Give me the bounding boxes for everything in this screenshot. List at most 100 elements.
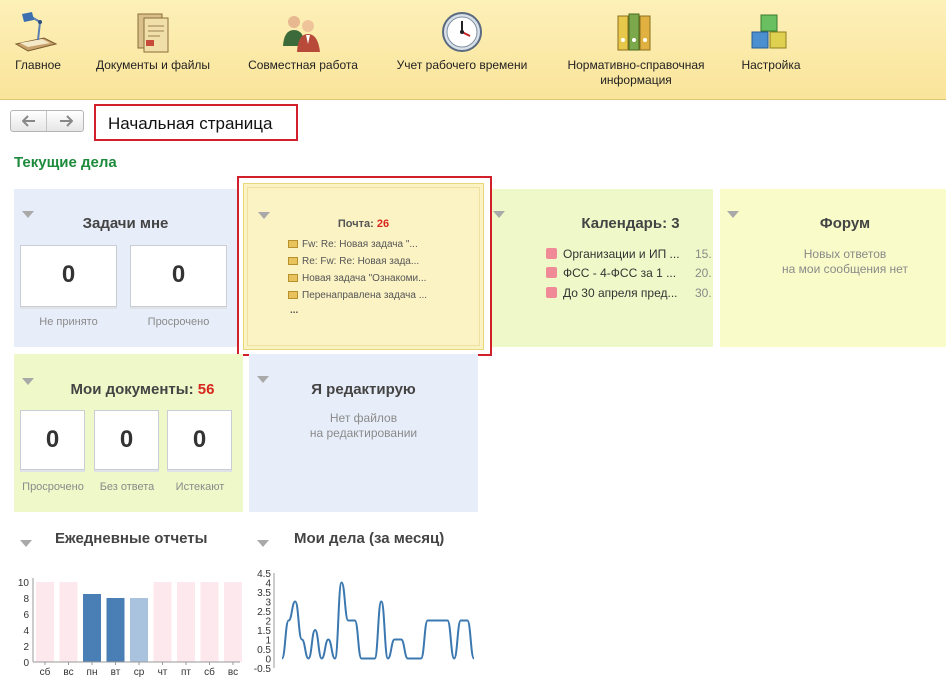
event-marker-icon — [546, 267, 557, 278]
my-tasks-chart-title[interactable]: Мои дела (за месяц) — [294, 530, 444, 547]
series-line[interactable] — [281, 581, 475, 660]
arrow-left-icon — [22, 115, 35, 127]
back-button[interactable] — [11, 111, 47, 131]
editing-title[interactable]: Я редактирую — [249, 381, 478, 398]
documents-no-answer-box[interactable]: 0 — [94, 410, 159, 470]
y-tick-label: 0.5 — [257, 645, 271, 656]
mail-item[interactable]: Перенаправлена задача ... — [288, 290, 427, 301]
section-time-tracking-label: Учет рабочего времени — [396, 58, 528, 72]
documents-expiring-box[interactable]: 0 — [167, 410, 232, 470]
mail-item[interactable]: Новая задача "Ознакоми... — [288, 273, 426, 284]
section-reference-info[interactable]: Нормативно-справочная информация — [552, 0, 720, 100]
tile-forum: Форум Новых ответов на мои сообщения нет — [720, 189, 946, 347]
cubes-icon — [751, 14, 787, 49]
bar[interactable] — [130, 598, 148, 662]
people-icon — [283, 16, 320, 52]
y-tick-label: 4.5 — [257, 569, 271, 580]
section-documents[interactable]: Документы и файлы — [86, 0, 220, 100]
section-time-tracking[interactable]: Учет рабочего времени — [384, 0, 540, 100]
y-tick-label: 3 — [265, 598, 271, 609]
envelope-icon — [288, 257, 298, 265]
section-heading: Текущие дела — [14, 154, 117, 171]
mail-title: Почта: — [337, 218, 374, 230]
x-tick-label: вс — [228, 667, 238, 678]
daily-reports-chart: 0 2 4 6 8 10 сб вс пн вт ср чт пт сб вс — [18, 578, 242, 678]
envelope-icon — [288, 291, 298, 299]
mail-more[interactable]: ... — [290, 305, 298, 316]
y-tick-label: 6 — [23, 610, 29, 621]
section-reference-info-label: Нормативно-справочная информация — [567, 58, 705, 87]
my-tasks-menu-triangle-icon[interactable] — [257, 540, 269, 547]
y-tick-label: 1.5 — [257, 626, 271, 637]
y-tick-label: 8 — [23, 594, 29, 605]
desk-lamp-icon — [14, 12, 58, 52]
forward-button[interactable] — [48, 111, 84, 131]
tile-tasks: Задачи мне 0 0 Не принято Просрочено — [14, 189, 237, 347]
tasks-not-accepted-count: 0 — [61, 261, 76, 288]
y-tick-label: 4 — [265, 579, 271, 590]
x-tick-label: ср — [134, 667, 145, 678]
my-documents-count: 56 — [197, 381, 215, 398]
section-settings-label: Настройка — [741, 58, 801, 72]
y-tick-label: 10 — [18, 578, 30, 589]
section-settings[interactable]: Настройка — [728, 0, 814, 100]
y-tick-label: 1 — [265, 636, 271, 647]
section-main[interactable]: Главное — [2, 0, 74, 100]
daily-reports-menu-triangle-icon[interactable] — [20, 540, 32, 547]
documents-overdue-box[interactable]: 0 — [20, 410, 85, 470]
tasks-overdue-box[interactable]: 0 — [130, 245, 227, 307]
x-tick-label: вс — [63, 667, 73, 678]
y-tick-label: 2 — [265, 617, 271, 628]
clock-icon — [442, 12, 482, 52]
bar-background — [59, 582, 78, 662]
editing-message: Нет файлов на редактировании — [309, 411, 418, 440]
mail-title-line[interactable]: Почта: 26 — [244, 218, 483, 230]
tasks-title[interactable]: Задачи мне — [14, 215, 237, 232]
x-tick-label: сб — [40, 666, 51, 678]
calendar-item[interactable]: До 30 апреля пред... 30. — [546, 286, 712, 300]
documents-no-answer-count: 0 — [119, 426, 134, 453]
y-tick-label: 3.5 — [257, 588, 271, 599]
forum-title[interactable]: Форум — [732, 215, 946, 232]
documents-expiring-count: 0 — [192, 426, 207, 453]
x-tick-label: вт — [111, 667, 121, 678]
mail-item[interactable]: Fw: Re: Новая задача "... — [288, 239, 418, 250]
tile-editing: Я редактирую Нет файлов на редактировани… — [249, 354, 478, 512]
bar-background — [153, 582, 172, 662]
forum-message: Новых ответов на мои сообщения нет — [782, 247, 908, 276]
bar-background — [224, 582, 242, 662]
section-collaboration[interactable]: Совместная работа — [236, 0, 370, 100]
y-tick-label: 0 — [23, 658, 29, 669]
section-collaboration-label: Совместная работа — [248, 58, 358, 72]
y-tick-label: -0.5 — [254, 664, 272, 675]
tasks-not-accepted-box[interactable]: 0 — [20, 245, 117, 307]
bar[interactable] — [106, 598, 125, 662]
calendar-menu-triangle-icon[interactable] — [493, 211, 505, 218]
binders-icon — [617, 13, 651, 51]
envelope-icon — [288, 274, 298, 282]
envelope-icon — [288, 240, 298, 248]
documents-overdue-count: 0 — [45, 426, 60, 453]
documents-expiring-label: Истекают — [175, 481, 225, 493]
my-documents-title: Мои документы: — [70, 381, 194, 398]
history-nav — [10, 110, 84, 132]
documents-no-answer-label: Без ответа — [99, 481, 155, 493]
calendar-item[interactable]: Организации и ИП ... 15. — [546, 247, 712, 261]
y-tick-label: 2 — [23, 642, 29, 653]
my-documents-title-line[interactable]: Мои документы: 56 — [14, 381, 243, 398]
y-tick-label: 2.5 — [257, 607, 271, 618]
documents-icon — [137, 13, 169, 53]
mail-item[interactable]: Re: Fw: Re: Новая зада... — [288, 256, 419, 267]
x-tick-label: пт — [181, 667, 191, 678]
arrow-right-icon — [60, 115, 73, 127]
y-tick-label: 4 — [23, 626, 29, 637]
y-tick-label: 0 — [265, 655, 271, 666]
x-tick-label: пн — [87, 667, 98, 678]
calendar-item[interactable]: ФСС - 4-ФСС за 1 ... 20. — [546, 266, 712, 280]
tile-my-documents: Мои документы: 56 0 0 0 Просрочено Без о… — [14, 354, 243, 512]
bar-background — [36, 582, 54, 662]
calendar-title[interactable]: Календарь: 3 — [520, 215, 741, 232]
daily-reports-title[interactable]: Ежедневные отчеты — [55, 530, 207, 547]
x-tick-label: чт — [158, 667, 168, 678]
bar[interactable] — [83, 594, 101, 662]
